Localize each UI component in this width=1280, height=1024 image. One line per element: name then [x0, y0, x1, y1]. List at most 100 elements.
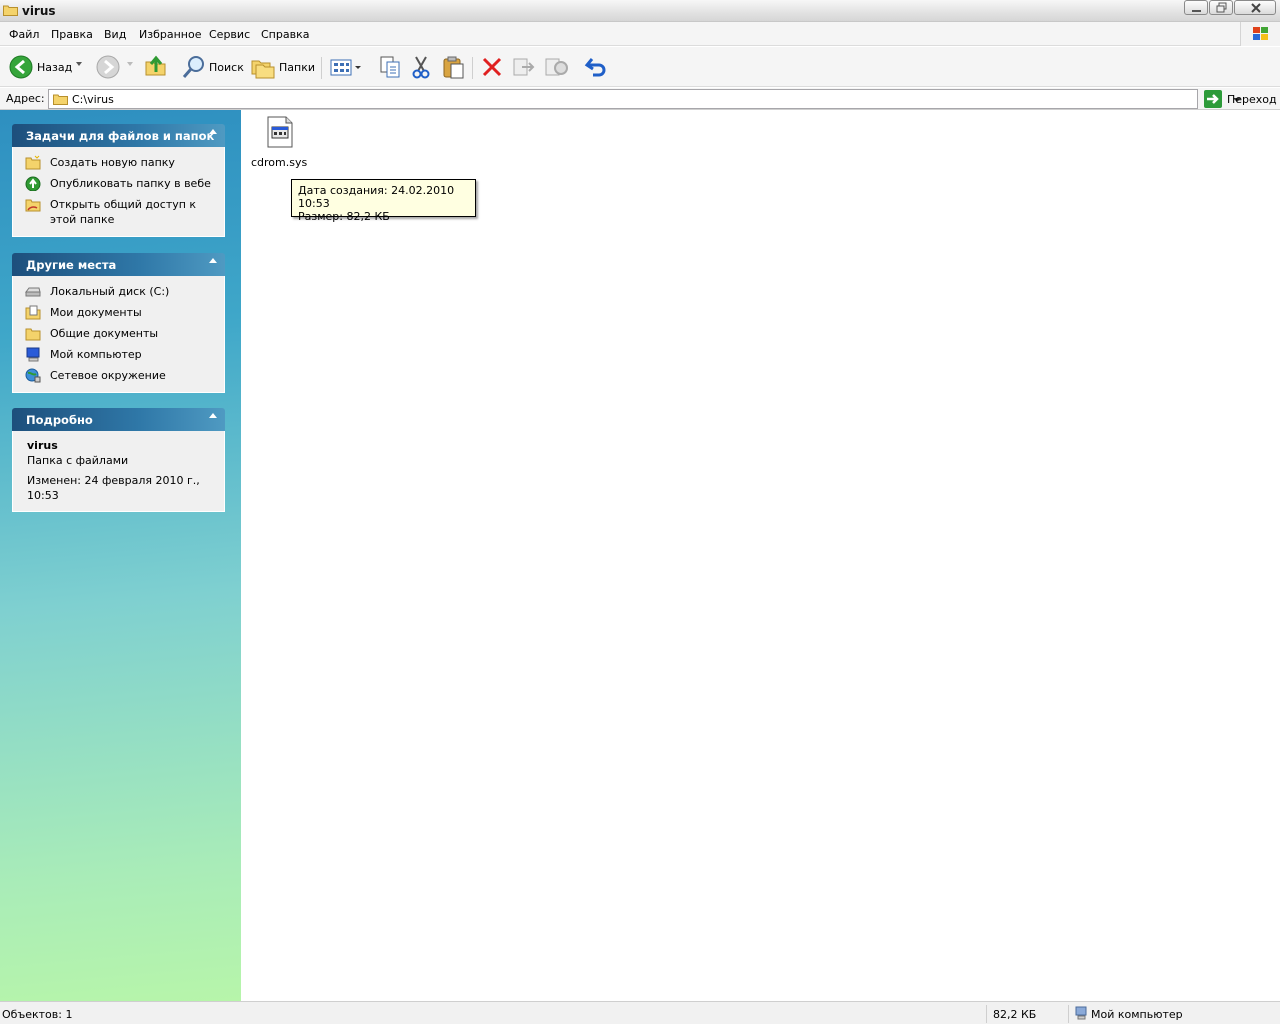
details-panel: Подробно virus Папка с файлами Изменен: … — [12, 408, 225, 512]
toolbar: Назад Поиск Папки — [0, 47, 1280, 87]
menu-tools[interactable]: Сервис — [209, 28, 250, 41]
back-arrow-icon — [9, 55, 33, 79]
publish-web-icon — [25, 176, 41, 191]
delete-icon[interactable] — [481, 56, 503, 84]
minimize-button[interactable] — [1184, 0, 1208, 15]
other-places-title: Другие места — [26, 258, 117, 272]
back-button[interactable]: Назад — [9, 53, 73, 81]
search-button[interactable]: Поиск — [181, 53, 244, 81]
search-label: Поиск — [209, 61, 244, 74]
minimize-icon — [1192, 10, 1201, 12]
address-value: C:\virus — [72, 93, 114, 106]
place-local-disk-label: Локальный диск (C:) — [50, 285, 170, 298]
file-tasks-title: Задачи для файлов и папок — [26, 129, 215, 143]
folder-up-icon[interactable] — [144, 54, 168, 82]
window-title: virus — [22, 4, 56, 18]
close-icon — [1251, 3, 1261, 13]
system-file-icon — [267, 116, 293, 148]
menu-bar: Файл Правка Вид Избранное Сервис Справка — [0, 22, 1280, 46]
tooltip-size: Размер: 82,2 КБ — [298, 210, 390, 223]
status-divider — [986, 1005, 987, 1023]
go-button[interactable]: Переход — [1204, 89, 1277, 109]
details-title: Подробно — [26, 413, 93, 427]
search-icon — [182, 56, 204, 78]
shared-documents-icon — [25, 328, 41, 341]
close-button[interactable] — [1234, 0, 1276, 15]
status-object-count: Объектов: 1 — [2, 1008, 73, 1021]
task-pane: Задачи для файлов и папок Создать новую … — [0, 110, 241, 1001]
status-size: 82,2 КБ — [993, 1008, 1037, 1021]
menu-help[interactable]: Справка — [261, 28, 309, 41]
file-list-area[interactable]: cdrom.sys Дата создания: 24.02.2010 10:5… — [241, 110, 1280, 1001]
copy-to-icon[interactable] — [378, 55, 402, 83]
place-my-computer-label: Мой компьютер — [50, 348, 142, 361]
place-network[interactable]: Сетевое окружение — [13, 365, 224, 386]
cut-icon[interactable] — [410, 55, 432, 83]
details-modified: Изменен: 24 февраля 2010 г., 10:53 — [27, 474, 200, 502]
collapse-chevron-icon[interactable] — [209, 413, 217, 418]
place-network-label: Сетевое окружение — [50, 369, 166, 382]
menu-edit[interactable]: Правка — [51, 28, 93, 41]
status-location: Мой компьютер — [1091, 1008, 1183, 1021]
network-places-icon — [25, 368, 41, 383]
menu-file[interactable]: Файл — [9, 28, 39, 41]
address-bar: Адрес: C:\virus Переход — [0, 88, 1280, 110]
file-item[interactable]: cdrom.sys — [251, 114, 311, 169]
paste-icon[interactable] — [442, 55, 466, 83]
folder-icon — [53, 94, 68, 105]
folders-icon — [251, 60, 275, 79]
back-dropdown-icon[interactable] — [76, 62, 83, 90]
task-new-folder[interactable]: Создать новую папку — [13, 152, 224, 173]
properties-icon[interactable] — [544, 55, 570, 83]
my-computer-icon — [26, 347, 40, 362]
collapse-chevron-icon[interactable] — [209, 258, 217, 263]
undo-icon[interactable] — [584, 55, 608, 83]
toolbar-separator-2 — [472, 57, 473, 79]
go-label: Переход — [1227, 93, 1277, 106]
file-name: cdrom.sys — [251, 156, 308, 169]
status-divider — [1068, 1005, 1069, 1023]
place-shared-documents[interactable]: Общие документы — [13, 323, 224, 344]
hard-drive-icon — [25, 287, 41, 297]
place-my-computer[interactable]: Мой компьютер — [13, 344, 224, 365]
task-publish-web[interactable]: Опубликовать папку в вебе — [13, 173, 224, 194]
restore-button[interactable] — [1209, 0, 1233, 15]
forward-arrow-icon[interactable] — [96, 55, 120, 83]
folders-button[interactable]: Папки — [251, 53, 315, 81]
place-my-documents-label: Мои документы — [50, 306, 142, 319]
share-folder-icon — [25, 199, 41, 212]
my-documents-icon — [25, 305, 41, 320]
details-header[interactable]: Подробно — [12, 408, 225, 431]
address-input[interactable]: C:\virus — [48, 89, 1241, 109]
collapse-chevron-icon[interactable] — [209, 129, 217, 134]
tooltip-created: Дата создания: 24.02.2010 10:53 — [298, 184, 455, 210]
other-places-header[interactable]: Другие места — [12, 253, 225, 276]
file-tasks-header[interactable]: Задачи для файлов и папок — [12, 124, 225, 147]
other-places-panel: Другие места Локальный диск (C:) Мои док… — [12, 253, 225, 393]
task-publish-web-label: Опубликовать папку в вебе — [50, 177, 211, 190]
place-shared-documents-label: Общие документы — [50, 327, 159, 340]
place-my-documents[interactable]: Мои документы — [13, 302, 224, 323]
task-share-folder-label: Открыть общий доступ к этой папке — [50, 198, 197, 226]
new-folder-icon — [25, 155, 41, 170]
address-label: Адрес: — [6, 92, 45, 105]
windows-flag-icon — [1253, 27, 1268, 40]
move-to-icon[interactable] — [512, 55, 536, 83]
toolbar-separator — [321, 57, 322, 79]
details-name: virus — [27, 439, 58, 452]
forward-dropdown-icon[interactable] — [127, 62, 134, 90]
place-local-disk[interactable]: Локальный диск (C:) — [13, 281, 224, 302]
back-label: Назад — [37, 61, 73, 74]
restore-icon — [1216, 2, 1227, 13]
go-arrow-icon — [1204, 90, 1222, 108]
details-type: Папка с файлами — [27, 454, 129, 467]
menu-favorites[interactable]: Избранное — [139, 28, 201, 41]
task-share-folder[interactable]: Открыть общий доступ к этой папке — [13, 194, 224, 230]
views-icon[interactable] — [330, 59, 364, 87]
title-bar: virus — [0, 0, 1280, 22]
windows-logo — [1240, 22, 1280, 46]
task-new-folder-label: Создать новую папку — [50, 156, 175, 169]
status-bar: Объектов: 1 82,2 КБ Мой компьютер — [0, 1001, 1280, 1024]
menu-view[interactable]: Вид — [104, 28, 126, 41]
folders-label: Папки — [279, 61, 315, 74]
